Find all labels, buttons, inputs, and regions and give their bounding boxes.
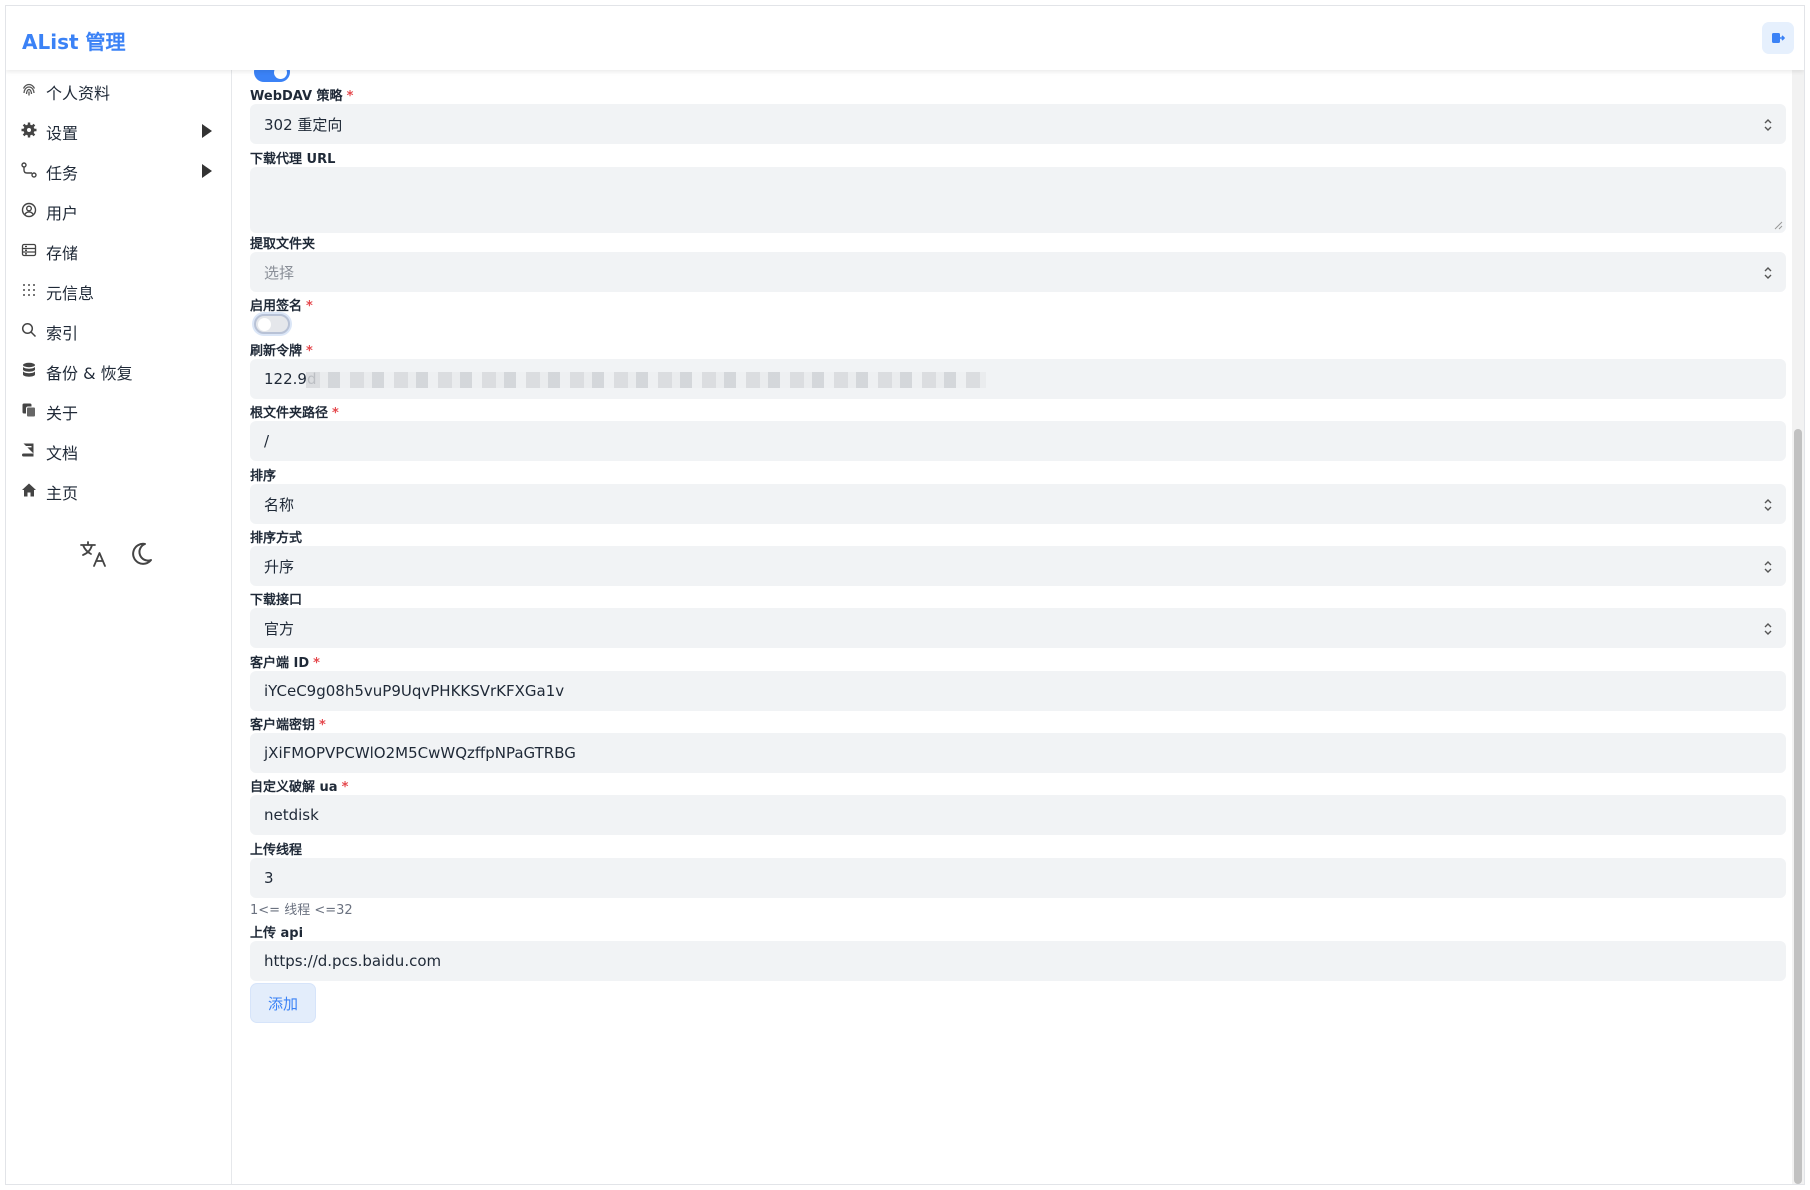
user-circle-icon: [21, 202, 37, 218]
sidebar-item-backup-restore[interactable]: 备份 & 恢复: [6, 350, 232, 390]
resize-grip-icon[interactable]: [1773, 220, 1783, 230]
upload-thread-help: 1<= 线程 <=32: [250, 903, 353, 918]
order-direction-select[interactable]: 升序: [250, 546, 1786, 586]
copy-icon: [21, 402, 37, 418]
upload-thread-label: 上传线程: [250, 843, 303, 858]
sidebar-item-users[interactable]: 用户: [6, 190, 232, 230]
download-api-label: 下载接口: [250, 593, 303, 608]
route-icon: [21, 162, 37, 178]
webdav-policy-select[interactable]: 302 重定向: [250, 104, 1786, 144]
order-by-label: 排序: [250, 469, 277, 484]
upload-thread-input[interactable]: 3: [250, 858, 1786, 898]
sidebar-item-label: 关于: [46, 404, 79, 423]
download-api-select[interactable]: 官方: [250, 608, 1786, 648]
sidebar-item-label: 备份 & 恢复: [46, 364, 133, 383]
sidebar-item-profile[interactable]: 个人资料: [6, 70, 232, 110]
extract-folder-select[interactable]: 选择: [250, 252, 1786, 292]
sidebar-item-indexes[interactable]: 索引: [6, 310, 232, 350]
webdav-policy-label: WebDAV 策略 *: [250, 89, 354, 104]
translate-icon[interactable]: [79, 540, 109, 568]
client-secret-label: 客户端密钥 *: [250, 718, 326, 733]
sidebar-item-label: 存储: [46, 244, 79, 263]
sidebar-item-docs[interactable]: 文档: [6, 430, 232, 470]
database-icon: [21, 362, 37, 378]
select-arrow-icon: [1764, 499, 1772, 511]
enable-sign-toggle[interactable]: [254, 314, 290, 334]
sidebar: 个人资料 设置 任务 用户 存储 元信息 索引 备份 & 恢复 关于 文档 主页: [6, 70, 232, 1184]
logout-icon: [1772, 33, 1785, 43]
client-id-input[interactable]: iYCeC9g08h5vuP9UqvPHKKSVrKFXGa1v: [250, 671, 1786, 711]
sidebar-item-label: 个人资料: [46, 84, 111, 103]
refresh-token-input[interactable]: 122.9d: [250, 359, 1786, 399]
order-direction-label: 排序方式: [250, 531, 303, 546]
logout-button[interactable]: [1762, 22, 1794, 54]
select-arrow-icon: [1764, 561, 1772, 573]
root-folder-path-input[interactable]: /: [250, 421, 1786, 461]
client-id-label: 客户端 ID *: [250, 656, 320, 671]
book-icon: [21, 442, 37, 458]
previous-toggle-switch[interactable]: [254, 70, 290, 82]
sidebar-item-label: 文档: [46, 444, 79, 463]
gear-icon: [21, 122, 37, 138]
sidebar-item-home[interactable]: 主页: [6, 470, 232, 510]
enable-sign-label: 启用签名 *: [250, 299, 313, 314]
app-title[interactable]: AList 管理: [22, 26, 126, 55]
main-scrollbar-thumb[interactable]: [1794, 429, 1802, 1184]
sidebar-item-label: 索引: [46, 324, 79, 343]
upload-api-input[interactable]: https://d.pcs.baidu.com: [250, 941, 1786, 981]
sidebar-item-storages[interactable]: 存储: [6, 230, 232, 270]
sidebar-item-label: 用户: [46, 204, 79, 223]
sidebar-item-label: 设置: [46, 124, 79, 143]
root-folder-path-label: 根文件夹路径 *: [250, 406, 339, 421]
sidebar-tools: [6, 534, 232, 574]
search-icon: [21, 322, 37, 338]
fingerprint-icon: [21, 82, 37, 98]
sidebar-item-label: 任务: [46, 164, 79, 183]
client-secret-input[interactable]: jXiFMOPVPCWlO2M5CwWQzffpNPaGTRBG: [250, 733, 1786, 773]
main-scrollbar-track[interactable]: [1792, 70, 1804, 1184]
top-header: AList 管理: [6, 6, 1804, 70]
upload-api-label: 上传 api: [250, 926, 304, 941]
sidebar-item-label: 主页: [46, 484, 79, 503]
storage-form: WebDAV 策略 * 302 重定向 下载代理 URL 提取文件夹 选择 启用签…: [233, 70, 1792, 1184]
custom-crack-ua-label: 自定义破解 ua *: [250, 780, 349, 795]
sidebar-item-label: 元信息: [46, 284, 95, 303]
sidebar-item-settings[interactable]: 设置: [6, 110, 232, 150]
download-proxy-url-textarea[interactable]: [250, 167, 1786, 233]
download-proxy-url-label: 下载代理 URL: [250, 152, 336, 167]
home-icon: [21, 482, 37, 498]
expand-arrow-icon[interactable]: [202, 124, 212, 138]
expand-arrow-icon[interactable]: [202, 164, 212, 178]
select-arrow-icon: [1764, 623, 1772, 635]
sidebar-item-metas[interactable]: 元信息: [6, 270, 232, 310]
extract-folder-label: 提取文件夹: [250, 237, 316, 252]
dark-mode-moon-icon[interactable]: [128, 541, 154, 567]
sidebar-item-about[interactable]: 关于: [6, 390, 232, 430]
refresh-token-label: 刷新令牌 *: [250, 344, 313, 359]
select-arrow-icon: [1764, 267, 1772, 279]
add-button[interactable]: 添加: [250, 983, 316, 1023]
select-arrow-icon: [1764, 119, 1772, 131]
metadata-icon: [21, 282, 37, 298]
app-window: AList 管理 个人资料 设置 任务 用户 存储 元信息 索引 备份 & 恢复…: [5, 5, 1805, 1185]
database-drive-icon: [21, 242, 37, 258]
sidebar-item-tasks[interactable]: 任务: [6, 150, 232, 190]
custom-crack-ua-input[interactable]: netdisk: [250, 795, 1786, 835]
redacted-token-mask: [306, 372, 986, 388]
order-by-select[interactable]: 名称: [250, 484, 1786, 524]
